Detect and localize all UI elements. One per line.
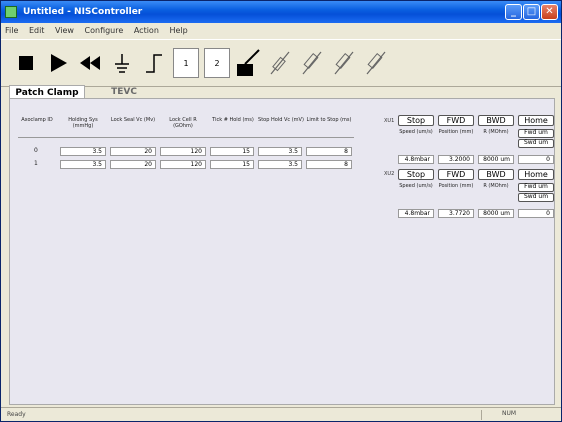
fwd-button[interactable]: FWD (438, 115, 474, 126)
slot-2-button[interactable]: 2 (204, 48, 230, 78)
speed-label: Speed (um/s) (399, 129, 433, 135)
close-button[interactable]: ✕ (541, 4, 558, 20)
speed-value[interactable]: 4.8mbar (398, 209, 434, 218)
menu-bar: File Edit View Configure Action Help (1, 23, 561, 39)
cell-stop-hold[interactable]: 3.5 (258, 160, 302, 169)
cell-limit-stop[interactable]: 8 (306, 160, 352, 169)
step-value[interactable]: 0 (518, 155, 554, 164)
title-bar[interactable]: Untitled - NISController _ □ ✕ (1, 1, 561, 23)
maximize-button[interactable]: □ (523, 4, 540, 20)
rewind-icon[interactable] (77, 46, 103, 80)
position-label: Position (mm) (438, 183, 474, 189)
tab-patch-clamp[interactable]: Patch Clamp (9, 85, 85, 99)
resistance-value[interactable]: 8000 um (478, 155, 514, 164)
cell-limit-stop[interactable]: 8 (306, 147, 352, 156)
divider (18, 137, 354, 138)
header-limit-stop: Limit to Stop (ms) (306, 117, 352, 123)
header-axoclamp-id: Axoclamp ID (21, 117, 53, 123)
minimize-button[interactable]: _ (505, 4, 522, 20)
status-text: Ready (7, 411, 26, 418)
fwd-um-button[interactable]: Fwd um (518, 183, 554, 192)
app-window: Untitled - NISController _ □ ✕ File Edit… (0, 0, 562, 422)
header-lock-cell: Lock Cell R (GOhm) (169, 117, 197, 129)
cell-lock-cell[interactable]: 120 (160, 160, 206, 169)
step-value[interactable]: 0 (518, 209, 554, 218)
bwd-button[interactable]: BWD (478, 169, 514, 180)
ground-icon[interactable] (109, 46, 135, 80)
bwd-button[interactable]: BWD (478, 115, 514, 126)
stop-icon[interactable] (13, 46, 39, 80)
status-bar: Ready NUM (1, 407, 561, 421)
position-value[interactable]: 3.7720 (438, 209, 474, 218)
stop-button[interactable]: Stop (398, 169, 434, 180)
cell-lock-seal[interactable]: 20 (110, 160, 156, 169)
num-lock-indicator: NUM (481, 410, 551, 420)
resistance-label: R (MOhm) (483, 129, 509, 135)
swd-um-button[interactable]: Swd um (518, 193, 554, 202)
pipette-icon-2[interactable] (299, 46, 325, 80)
row-id: 1 (34, 160, 38, 167)
header-lock-seal: Lock Seal Vc (Mv) (110, 117, 156, 123)
menu-view[interactable]: View (51, 23, 78, 38)
window-title: Untitled - NISController (23, 7, 143, 17)
row-id: 0 (34, 147, 38, 154)
fwd-um-button[interactable]: Fwd um (518, 129, 554, 138)
position-label: Position (mm) (438, 129, 474, 135)
menu-file[interactable]: File (1, 23, 22, 38)
manipulator-tag: XU2 (384, 171, 395, 177)
cell-tick-hold[interactable]: 15 (210, 147, 254, 156)
pipette-icon-1[interactable] (267, 46, 293, 80)
slot-1-button[interactable]: 1 (173, 48, 199, 78)
fwd-button[interactable]: FWD (438, 169, 474, 180)
menu-configure[interactable]: Configure (81, 23, 128, 38)
stop-button[interactable]: Stop (398, 115, 434, 126)
position-value[interactable]: 3.2000 (438, 155, 474, 164)
cell-lock-seal[interactable]: 20 (110, 147, 156, 156)
play-icon[interactable] (45, 46, 71, 80)
swd-um-button[interactable]: Swd um (518, 139, 554, 148)
toolbar: 1 2 (1, 39, 561, 87)
cell-lock-cell[interactable]: 120 (160, 147, 206, 156)
patch-clamp-panel: Axoclamp ID Holding Sys (mmHg) Lock Seal… (9, 98, 555, 405)
electrode-icon[interactable] (235, 46, 261, 80)
app-icon (5, 6, 17, 18)
cell-stop-hold[interactable]: 3.5 (258, 147, 302, 156)
menu-help[interactable]: Help (165, 23, 191, 38)
menu-edit[interactable]: Edit (25, 23, 49, 38)
home-button[interactable]: Home (518, 169, 554, 180)
cell-holding-sys[interactable]: 3.5 (60, 147, 106, 156)
cell-tick-hold[interactable]: 15 (210, 160, 254, 169)
tab-tevc[interactable]: TEVC (89, 85, 159, 99)
header-stop-hold: Stop Hold Vc (mV) (258, 117, 304, 123)
cell-holding-sys[interactable]: 3.5 (60, 160, 106, 169)
resistance-value[interactable]: 8000 um (478, 209, 514, 218)
home-button[interactable]: Home (518, 115, 554, 126)
pipette-icon-3[interactable] (331, 46, 357, 80)
header-tick-hold: Tick # Hold (ms) (212, 117, 254, 123)
manipulator-tag: XU1 (384, 118, 395, 124)
speed-value[interactable]: 4.8mbar (398, 155, 434, 164)
menu-action[interactable]: Action (130, 23, 163, 38)
resistance-label: R (MOhm) (483, 183, 509, 189)
pipette-icon-4[interactable] (363, 46, 389, 80)
speed-label: Speed (um/s) (399, 183, 433, 189)
step-icon[interactable] (141, 46, 167, 80)
header-holding-sys: Holding Sys (mmHg) (68, 117, 98, 129)
